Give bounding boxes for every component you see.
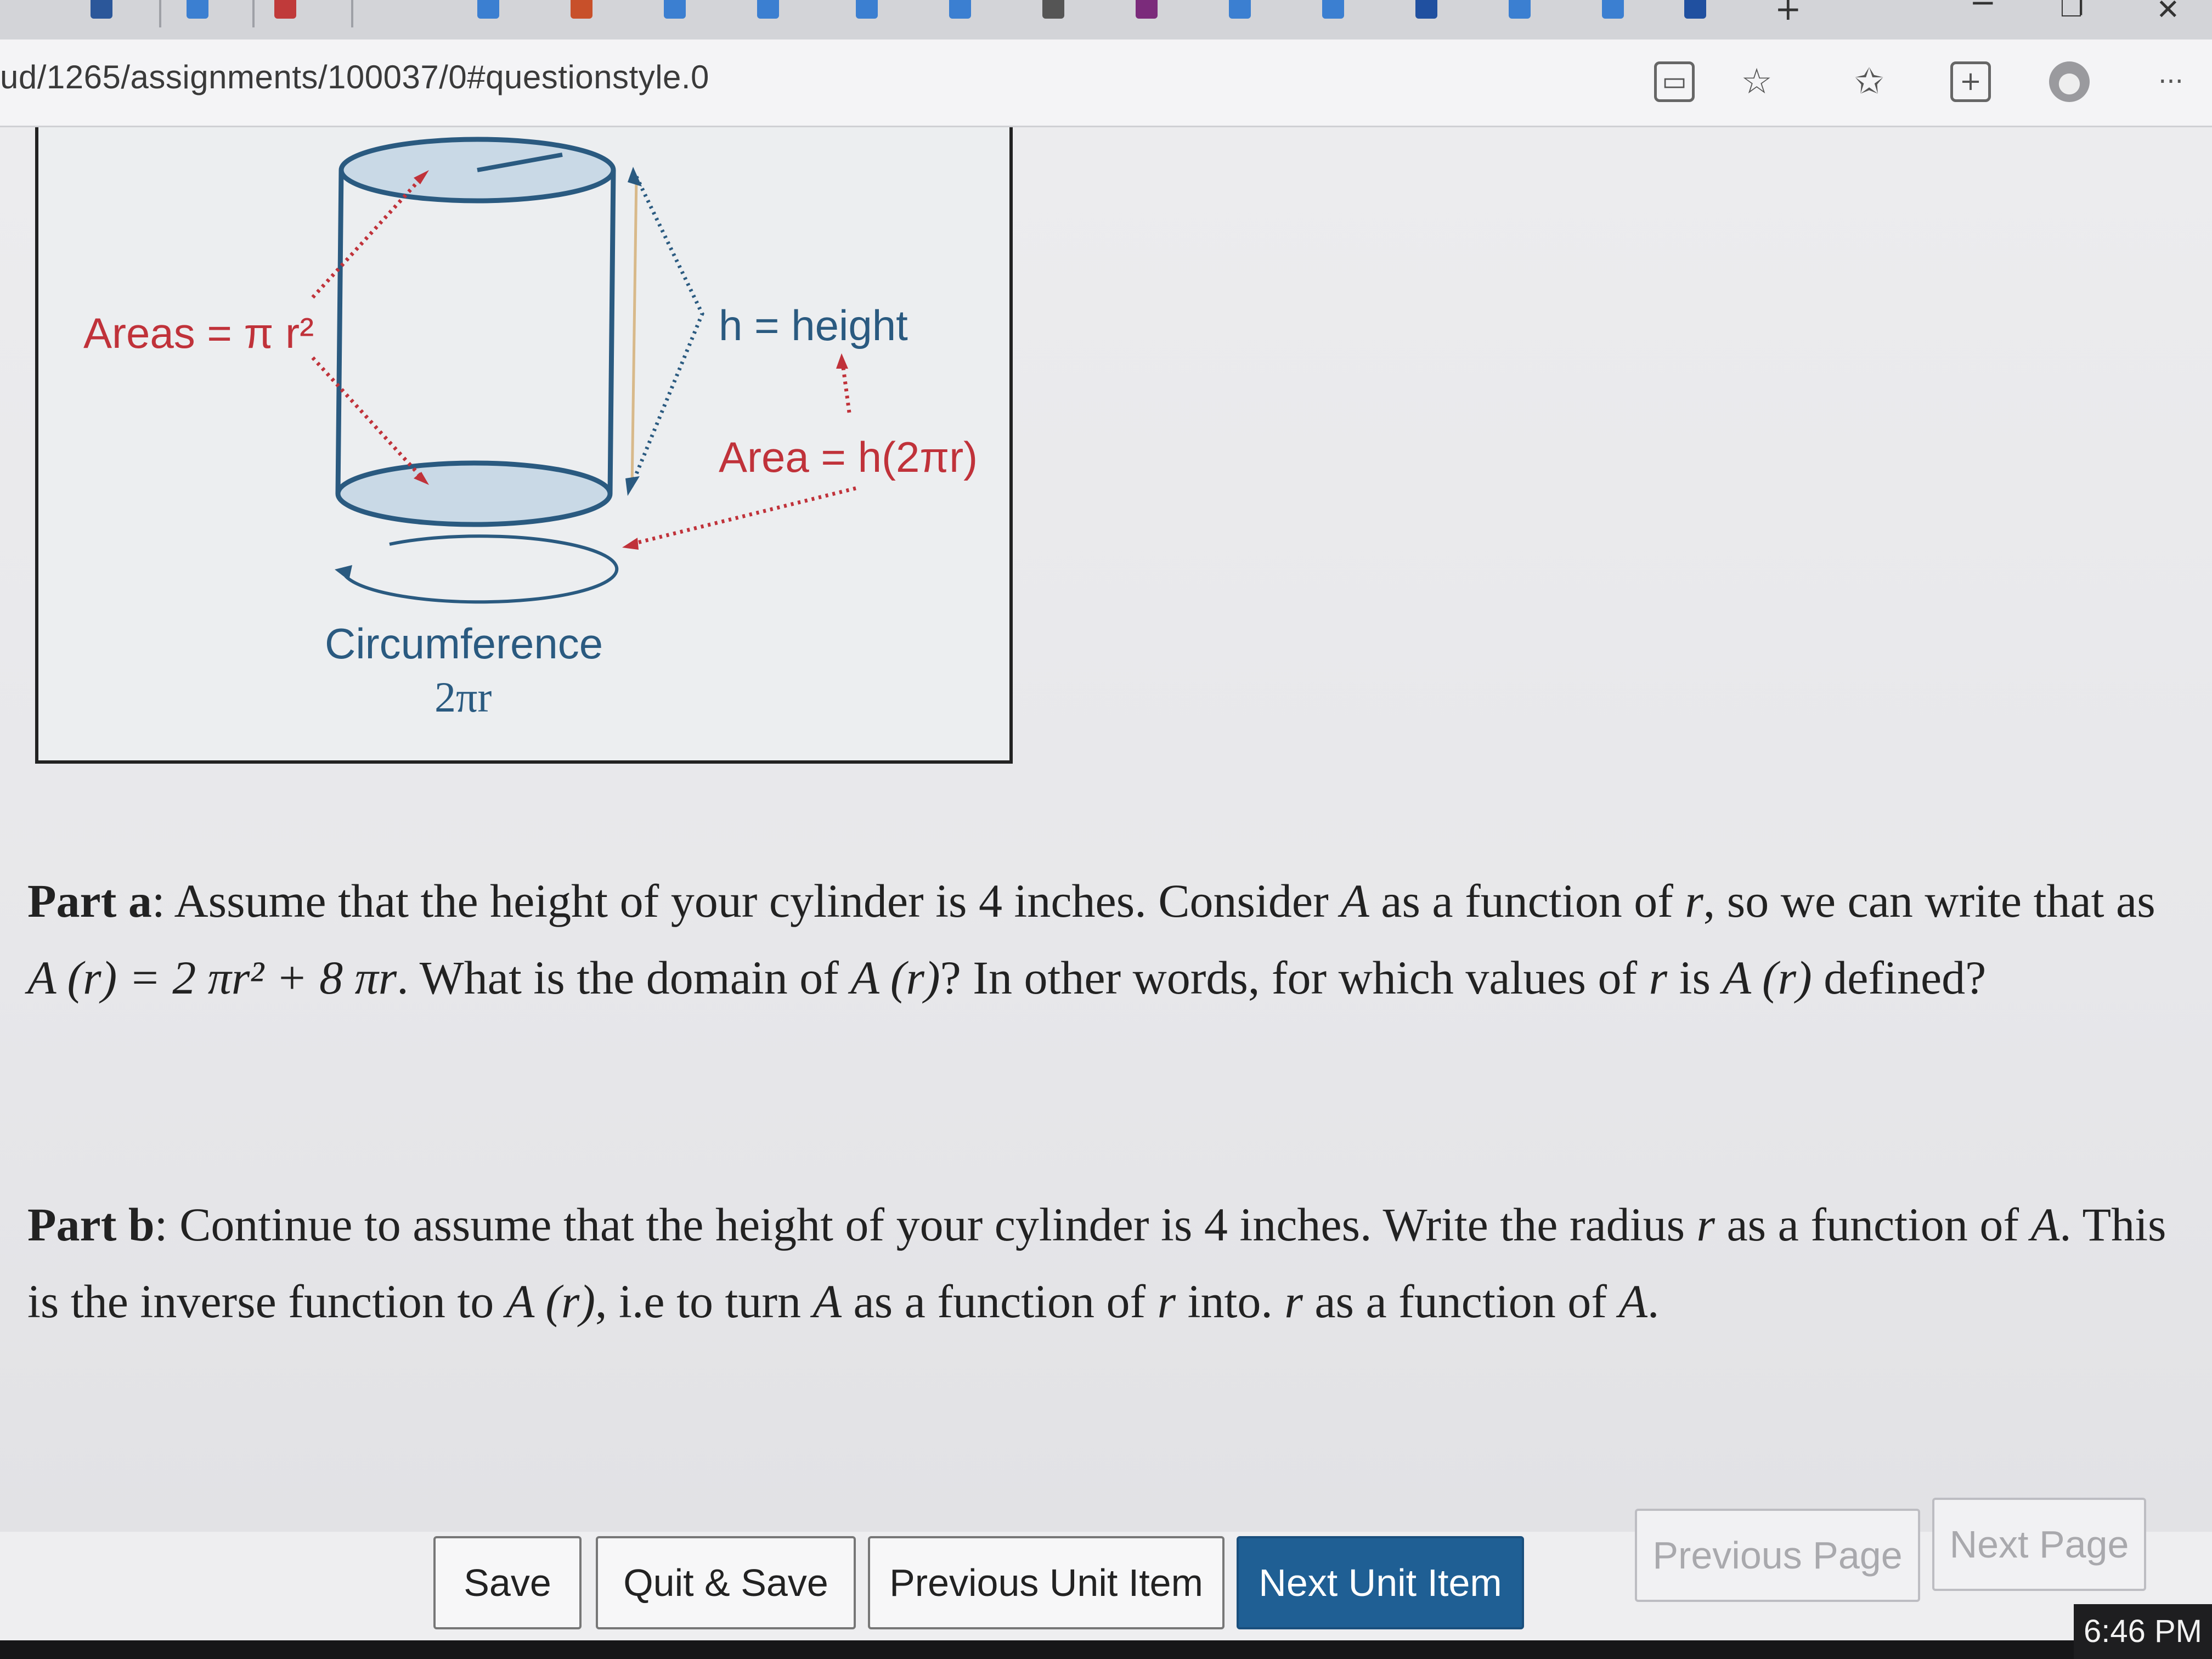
tab-strip: + − ❐ ✕ — [0, 0, 2212, 40]
part-b-text: as a function of — [1715, 1198, 2031, 1251]
red-tab-icon[interactable] — [274, 0, 296, 19]
add-favorite-icon[interactable]: ☆ — [1736, 61, 1777, 102]
edge-tab-icon[interactable] — [757, 0, 779, 19]
edge-tab-icon[interactable] — [856, 0, 878, 19]
part-a-text: is — [1667, 951, 1723, 1004]
math-var: r — [1157, 1275, 1176, 1328]
areas-arrow-bottom — [311, 356, 424, 480]
part-b-text: into. — [1176, 1275, 1285, 1328]
part-a-text: ? In other words, for which values of — [940, 951, 1649, 1004]
tab-separator — [351, 0, 353, 27]
close-window-icon[interactable]: ✕ — [2156, 0, 2180, 26]
areas-label: Areas = π r² — [83, 309, 314, 357]
assignment-content: Areas = π r² h = height Area = h(2πr) Ci… — [0, 127, 2212, 1652]
math-function: A (r) — [505, 1275, 595, 1328]
math-var: r — [1696, 1198, 1716, 1251]
edge-tab-icon[interactable] — [1229, 0, 1251, 19]
edge-tab-icon[interactable] — [664, 0, 686, 19]
tab-separator — [252, 0, 255, 27]
height-bracket — [629, 176, 704, 488]
area-to-circumference-arrow-head — [622, 538, 639, 550]
edge-tab-icon[interactable] — [187, 0, 208, 19]
part-a-title: Part a — [27, 874, 152, 927]
next-page-button[interactable]: Next Page — [1932, 1498, 2146, 1591]
cylinder-left-side — [335, 170, 344, 494]
area-to-height-arrow — [840, 363, 851, 413]
part-b-text: : Continue to assume that the height of … — [154, 1198, 1697, 1251]
url-text[interactable]: ud/1265/assignments/100037/0#questionsty… — [0, 58, 709, 96]
part-a-text: : Assume that the height of your cylinde… — [151, 874, 1341, 927]
math-formula: A (r) = 2 πr² + 8 πr — [27, 951, 397, 1004]
part-b-text: , i.e to turn — [595, 1275, 813, 1328]
circumference-label: Circumference — [325, 619, 603, 668]
tab-separator — [159, 0, 161, 27]
previous-unit-item-button[interactable]: Previous Unit Item — [868, 1536, 1224, 1629]
math-var: A — [1618, 1275, 1647, 1328]
part-b-text: . — [1647, 1275, 1660, 1328]
collections-icon[interactable]: + — [1950, 61, 1991, 102]
taskbar — [0, 1640, 2212, 1659]
math-var: A — [2030, 1198, 2060, 1251]
favorites-icon[interactable]: ✩ — [1849, 61, 1889, 102]
edge-tab-icon[interactable] — [1322, 0, 1344, 19]
edge-tab-icon[interactable] — [477, 0, 499, 19]
save-button[interactable]: Save — [433, 1536, 582, 1629]
orange-tab-icon[interactable] — [571, 0, 592, 19]
part-b-text: as a function of — [1302, 1275, 1619, 1328]
part-a-question: Part a: Assume that the height of your c… — [27, 862, 2167, 1016]
immersive-reader-icon[interactable]: ▭ — [1654, 61, 1695, 102]
area-to-circumference-arrow — [630, 486, 856, 546]
more-options-icon[interactable]: ··· — [2151, 61, 2191, 102]
math-function: A (r) — [850, 951, 940, 1004]
quit-save-button[interactable]: Quit & Save — [596, 1536, 856, 1629]
profile-avatar[interactable]: ● — [2049, 61, 2090, 102]
part-b-text: as a function of — [842, 1275, 1158, 1328]
cylinder-bottom-face — [335, 460, 613, 527]
area-to-height-arrow-head — [836, 353, 848, 369]
circumference-curve — [344, 534, 619, 604]
part-a-text: . What is the domain of — [397, 951, 851, 1004]
blue-tab-icon[interactable] — [1684, 0, 1706, 19]
dark-tab-icon[interactable] — [1042, 0, 1064, 19]
math-var: r — [1284, 1275, 1303, 1328]
part-b-title: Part b — [27, 1198, 155, 1251]
math-var: A — [1340, 874, 1369, 927]
word-tab-icon[interactable] — [91, 0, 112, 19]
math-var: r — [1649, 951, 1668, 1004]
next-unit-item-button[interactable]: Next Unit Item — [1237, 1536, 1524, 1629]
math-function: A (r) — [1722, 951, 1812, 1004]
part-a-text: , so we can write that as — [1703, 874, 2155, 927]
cylinder-diagram: Areas = π r² h = height Area = h(2πr) Ci… — [35, 127, 1013, 764]
height-label: h = height — [719, 301, 908, 349]
purple-tab-icon[interactable] — [1136, 0, 1158, 19]
restore-icon[interactable]: ❐ — [2060, 0, 2084, 23]
math-var: A — [812, 1275, 842, 1328]
part-a-text: defined? — [1812, 951, 1987, 1004]
height-arrow-top — [628, 167, 642, 187]
height-arrow-bottom — [625, 476, 640, 496]
cylinder-right-side — [607, 170, 616, 494]
side-area-label: Area = h(2πr) — [719, 433, 978, 481]
taskbar-clock[interactable]: 6:46 PM — [2074, 1604, 2212, 1659]
new-tab-icon[interactable]: + — [1775, 0, 1802, 27]
blue-tab-icon[interactable] — [1415, 0, 1437, 19]
minimize-icon[interactable]: − — [1970, 0, 1996, 21]
math-var: r — [1685, 874, 1703, 927]
edge-tab-icon[interactable] — [949, 0, 971, 19]
edge-tab-icon[interactable] — [1602, 0, 1624, 19]
part-b-question: Part b: Continue to assume that the heig… — [27, 1186, 2167, 1340]
previous-page-button[interactable]: Previous Page — [1635, 1509, 1920, 1602]
part-a-text: as a function of — [1369, 874, 1685, 927]
edge-tab-icon[interactable] — [1509, 0, 1531, 19]
circumference-formula: 2πr — [435, 673, 492, 721]
unrolled-side-edge — [630, 176, 638, 488]
